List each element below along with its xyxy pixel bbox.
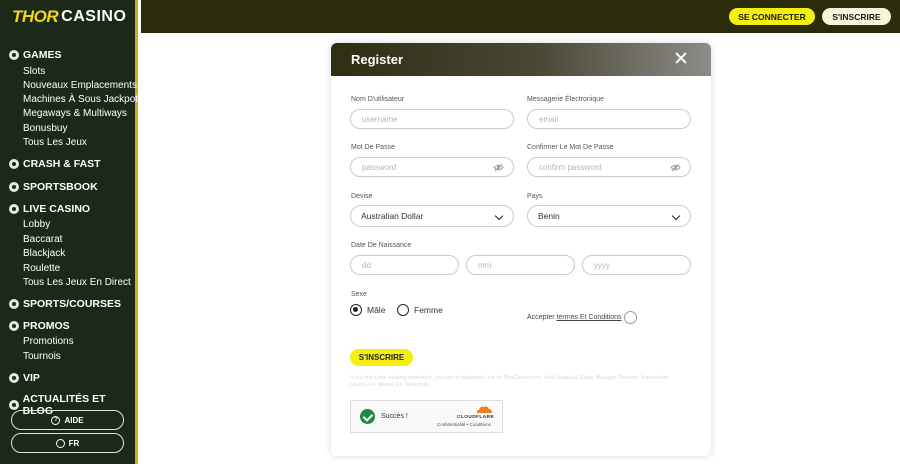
sidebar-section-label: PROMOS (23, 320, 70, 332)
trophy-icon (9, 299, 19, 309)
crown-icon (9, 373, 19, 383)
dob-month-input[interactable]: mm (466, 255, 575, 275)
dob-year-placeholder: yyyy (594, 260, 610, 270)
confirm-password-placeholder: confirm password (539, 162, 602, 172)
sex-label: Sexe (351, 291, 367, 298)
check-circle-icon (360, 409, 375, 424)
login-button[interactable]: SE CONNECTER (729, 8, 815, 25)
sidebar-item-tournaments[interactable]: Tournois (23, 351, 61, 362)
cloudflare-brand: CLOUDFLARE (457, 415, 495, 420)
sidebar-item-roulette[interactable]: Roulette (23, 263, 60, 274)
email-label: Messagerie Électronique (527, 96, 605, 103)
language-button-label: FR (68, 438, 80, 448)
logo-main: THOR (12, 7, 59, 26)
dob-label: Date De Naissance (351, 242, 412, 249)
country-label: Pays (527, 193, 543, 200)
chevron-down-icon (494, 211, 504, 221)
currency-select[interactable]: Australian Dollar (350, 205, 514, 227)
email-placeholder: email (539, 114, 559, 124)
sidebar-section-label: CRASH & FAST (23, 158, 101, 170)
cloudflare-cloud-icon (476, 406, 492, 413)
dob-year-input[interactable]: yyyy (582, 255, 691, 275)
sidebar-item-all-games[interactable]: Tous Les Jeux (23, 137, 87, 148)
sidebar-item-lobby[interactable]: Lobby (23, 219, 50, 230)
language-button[interactable]: FR (11, 433, 124, 453)
help-button-label: AIDE (64, 415, 84, 425)
sidebar-section-sports-courses[interactable]: SPORTS/COURSES (9, 298, 121, 310)
question-icon: ? (51, 415, 61, 425)
sidebar-item-slots[interactable]: Slots (23, 66, 45, 77)
sidebar-item-new-slots[interactable]: Nouveaux Emplacements (23, 80, 137, 91)
sidebar-section-label: GAMES (23, 49, 62, 61)
chip-icon (9, 204, 19, 214)
eye-slash-icon[interactable] (493, 163, 504, 172)
close-icon[interactable] (674, 51, 688, 65)
sidebar-section-crash[interactable]: CRASH & FAST (9, 158, 101, 170)
female-radio[interactable] (397, 304, 409, 316)
sidebar-item-megaways[interactable]: Megaways & Multiways (23, 108, 127, 119)
signup-button[interactable]: S'INSCRIRE (822, 8, 891, 25)
male-label: Mâle (367, 305, 386, 315)
dob-month-placeholder: mm (478, 260, 492, 270)
dob-day-input[interactable]: dd (350, 255, 459, 275)
brand-logo[interactable]: THOR CASINO (12, 6, 126, 28)
confirm-password-input[interactable]: confirm password (527, 157, 691, 177)
captcha-status: Succès ! (381, 413, 408, 420)
modal-title: Register (351, 52, 404, 67)
sidebar-item-bonusbuy[interactable]: Bonusbuy (23, 123, 67, 134)
sidebar-section-live-casino[interactable]: LIVE CASINO (9, 203, 90, 215)
sidebar-section-sportsbook[interactable]: SPORTSBOOK (9, 181, 98, 193)
sidebar-section-label: SPORTSBOOK (23, 181, 98, 193)
logo-suffix: CASINO (61, 8, 127, 25)
password-input[interactable]: password (350, 157, 514, 177)
terms-link[interactable]: termes Et Conditions (557, 314, 622, 321)
username-placeholder: username (362, 114, 398, 124)
female-label: Femme (414, 305, 443, 315)
password-placeholder: password (362, 162, 397, 172)
username-label: Nom D'utilisateur (351, 96, 405, 103)
rocket-icon (9, 159, 19, 169)
news-icon (9, 400, 19, 410)
sidebar-item-promotions[interactable]: Promotions (23, 336, 74, 347)
sidebar-section-vip[interactable]: VIP (9, 372, 40, 384)
sidebar-section-games[interactable]: GAMES (9, 49, 62, 61)
sidebar-section-label: LIVE CASINO (23, 203, 91, 215)
confirm-password-label: Confirmer Le Mot De Passe (527, 144, 614, 151)
sidebar-section-promos[interactable]: PROMOS (9, 320, 70, 332)
currency-value: Australian Dollar (361, 211, 424, 221)
register-submit-button[interactable]: S'INSCRIRE (350, 349, 413, 366)
register-modal: Register Nom D'utilisateur username Mess… (331, 43, 711, 456)
country-select[interactable]: Benin (527, 205, 691, 227)
sidebar-section-label: VIP (23, 372, 40, 384)
currency-label: Devise (351, 193, 373, 200)
disclaimer-text: If you find a site violating trademark, … (350, 375, 670, 388)
sidebar-item-blackjack[interactable]: Blackjack (23, 248, 65, 259)
eye-slash-icon[interactable] (670, 163, 681, 172)
sidebar-item-all-live[interactable]: Tous Les Jeux En Direct (23, 277, 131, 288)
ball-icon (9, 182, 19, 192)
dice-icon (9, 50, 19, 60)
globe-icon (55, 438, 65, 448)
terms-prefix: Accepter (527, 314, 555, 321)
chevron-down-icon (671, 211, 681, 221)
email-input[interactable]: email (527, 109, 691, 129)
sidebar-item-baccarat[interactable]: Baccarat (23, 234, 62, 245)
male-radio[interactable] (350, 304, 362, 316)
username-input[interactable]: username (350, 109, 514, 129)
cloudflare-links[interactable]: Confidentialité • Conditions (437, 422, 491, 427)
terms-checkbox[interactable] (624, 311, 637, 324)
terms-text: Accepter termes Et Conditions (527, 314, 622, 321)
gift-icon (9, 321, 19, 331)
help-button[interactable]: ? AIDE (11, 410, 124, 430)
sidebar-item-jackpot[interactable]: Machines À Sous Jackpot (23, 94, 138, 105)
password-label: Mot De Passe (351, 144, 395, 151)
country-value: Benin (538, 211, 560, 221)
captcha-widget[interactable]: Succès ! CLOUDFLARE Confidentialité • Co… (350, 400, 503, 433)
dob-day-placeholder: dd (362, 260, 371, 270)
sidebar-section-label: SPORTS/COURSES (23, 298, 122, 310)
sidebar: THOR CASINO GAMES Slots Nouveaux Emplace… (0, 0, 138, 464)
